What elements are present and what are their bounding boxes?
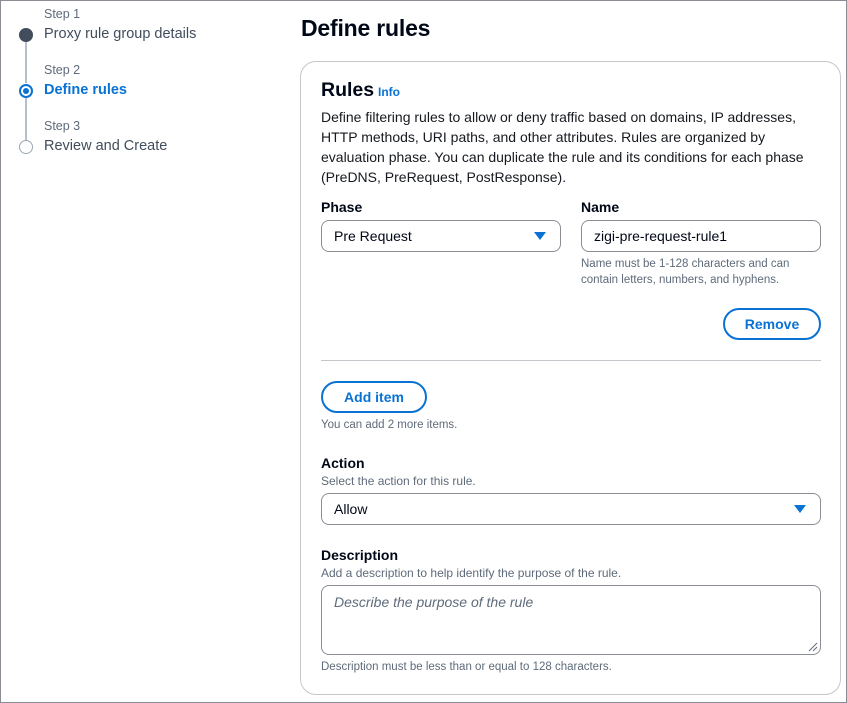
step-pending-icon bbox=[19, 140, 33, 154]
step-complete-icon bbox=[19, 28, 33, 42]
rules-description: Define filtering rules to allow or deny … bbox=[321, 109, 804, 185]
step-title-proxy-rule-group-details[interactable]: Proxy rule group details bbox=[44, 26, 196, 42]
remove-button[interactable]: Remove bbox=[723, 308, 821, 340]
caret-down-icon bbox=[794, 505, 806, 513]
rules-heading: Rules bbox=[321, 79, 375, 101]
caret-down-icon bbox=[534, 232, 546, 240]
description-hint: Description must be less than or equal t… bbox=[321, 661, 612, 673]
resize-handle-icon[interactable] bbox=[808, 642, 818, 652]
name-hint: Name must be 1-128 characters and can co… bbox=[581, 258, 790, 286]
rules-container: Rules Info Define filtering rules to all… bbox=[300, 61, 841, 695]
action-select-value: Allow bbox=[334, 501, 368, 517]
action-label: Action bbox=[321, 455, 365, 471]
phase-select[interactable]: Pre Request bbox=[321, 220, 561, 252]
divider bbox=[321, 360, 821, 361]
phase-select-value: Pre Request bbox=[334, 228, 412, 244]
phase-label: Phase bbox=[321, 199, 363, 215]
step-current-icon bbox=[19, 84, 33, 98]
name-label: Name bbox=[581, 199, 620, 215]
step-connector bbox=[25, 41, 27, 83]
add-item-button[interactable]: Add item bbox=[321, 381, 427, 413]
info-link[interactable]: Info bbox=[378, 85, 400, 99]
step-connector bbox=[25, 98, 27, 140]
add-item-hint: You can add 2 more items. bbox=[321, 419, 458, 431]
step-number: Step 1 bbox=[44, 7, 81, 21]
action-select[interactable]: Allow bbox=[321, 493, 821, 525]
action-sublabel: Select the action for this rule. bbox=[321, 474, 476, 488]
page-title: Define rules bbox=[301, 15, 431, 41]
description-sublabel: Add a description to help identify the p… bbox=[321, 566, 622, 580]
step-number: Step 3 bbox=[44, 119, 81, 133]
step-number: Step 2 bbox=[44, 63, 81, 77]
name-input[interactable]: zigi-pre-request-rule1 bbox=[581, 220, 821, 252]
description-label: Description bbox=[321, 547, 399, 563]
step-title-define-rules: Define rules bbox=[44, 82, 127, 98]
step-title-review-and-create: Review and Create bbox=[44, 138, 168, 154]
description-placeholder: Describe the purpose of the rule bbox=[334, 594, 534, 610]
description-textarea[interactable]: Describe the purpose of the rule bbox=[321, 585, 821, 655]
name-input-value: zigi-pre-request-rule1 bbox=[594, 228, 728, 244]
